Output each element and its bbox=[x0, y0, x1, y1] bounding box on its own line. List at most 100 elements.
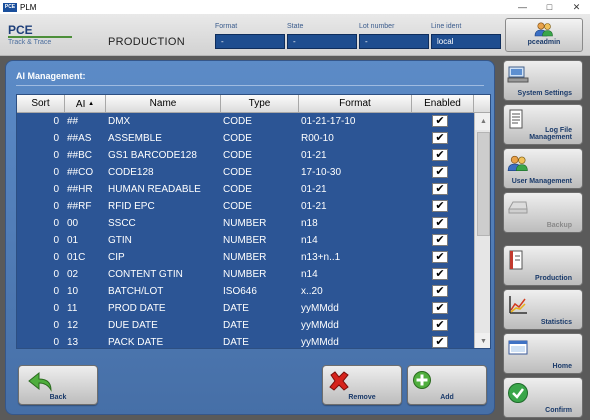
cell-type: CODE bbox=[223, 201, 252, 212]
cell-name: PACK DATE bbox=[108, 337, 164, 348]
cell-ai: ##HR bbox=[67, 184, 93, 195]
cell-ai: ##RF bbox=[67, 201, 92, 212]
add-plus-icon bbox=[413, 371, 431, 389]
check-icon: ✔ bbox=[435, 319, 445, 331]
enabled-checkbox[interactable]: ✔ bbox=[432, 166, 448, 178]
company-logo: PCE bbox=[8, 23, 33, 37]
sidebar-item-log-file-management[interactable]: Log File Management bbox=[503, 104, 583, 145]
cell-sort: 0 bbox=[53, 286, 59, 297]
cell-name: SSCC bbox=[108, 218, 136, 229]
cell-format: n18 bbox=[301, 218, 318, 229]
table-row[interactable]: 0 12 DUE DATE DATE yyMMdd ✔ bbox=[17, 317, 474, 334]
table-row[interactable]: 0 01C CIP NUMBER n13+n..1 ✔ bbox=[17, 249, 474, 266]
scroll-up-icon[interactable]: ▲ bbox=[475, 113, 490, 130]
cell-sort: 0 bbox=[53, 269, 59, 280]
format-label: Format bbox=[215, 23, 238, 30]
table-row[interactable]: 0 13 PACK DATE DATE yyMMdd ✔ bbox=[17, 334, 474, 348]
column-header-ai[interactable]: AI ▲ bbox=[65, 95, 106, 113]
cell-name: DMX bbox=[108, 116, 131, 127]
enabled-checkbox[interactable]: ✔ bbox=[432, 132, 448, 144]
cell-ai: 11 bbox=[67, 303, 78, 314]
sidebar-item-backup[interactable]: Backup bbox=[503, 192, 583, 233]
enabled-checkbox[interactable]: ✔ bbox=[432, 217, 448, 229]
cell-name: PROD DATE bbox=[108, 303, 166, 314]
back-button[interactable]: Back bbox=[18, 365, 98, 405]
enabled-checkbox[interactable]: ✔ bbox=[432, 183, 448, 195]
enabled-checkbox[interactable]: ✔ bbox=[432, 149, 448, 161]
cell-format: x..20 bbox=[301, 286, 323, 297]
remove-button[interactable]: Remove bbox=[322, 365, 402, 405]
table-row[interactable]: 0 ##RF RFID EPC CODE 01-21 ✔ bbox=[17, 198, 474, 215]
cell-type: DATE bbox=[223, 303, 249, 314]
sidebar-item-label: Backup bbox=[546, 222, 572, 229]
sidebar-item-home[interactable]: Home bbox=[503, 333, 583, 374]
column-header-enabled[interactable]: Enabled bbox=[412, 95, 474, 113]
backup-icon bbox=[508, 201, 528, 214]
table-row[interactable]: 0 02 CONTENT GTIN NUMBER n14 ✔ bbox=[17, 266, 474, 283]
cell-sort: 0 bbox=[53, 337, 59, 348]
column-header-type[interactable]: Type bbox=[221, 95, 299, 113]
back-button-label: Back bbox=[49, 394, 67, 401]
user-name: pceadmin bbox=[527, 39, 561, 46]
table-row[interactable]: 0 01 GTIN NUMBER n14 ✔ bbox=[17, 232, 474, 249]
table-row[interactable]: 0 ##AS ASSEMBLE CODE R00-10 ✔ bbox=[17, 130, 474, 147]
check-icon: ✔ bbox=[435, 251, 445, 263]
enabled-checkbox[interactable]: ✔ bbox=[432, 319, 448, 331]
format-value: - bbox=[215, 34, 285, 49]
scroll-down-icon[interactable]: ▼ bbox=[475, 333, 490, 348]
cell-sort: 0 bbox=[53, 201, 59, 212]
scrollbar-thumb[interactable] bbox=[477, 132, 490, 236]
cell-ai: ##BC bbox=[67, 150, 93, 161]
check-icon: ✔ bbox=[435, 115, 445, 127]
enabled-checkbox[interactable]: ✔ bbox=[432, 285, 448, 297]
sidebar-item-statistics[interactable]: Statistics bbox=[503, 289, 583, 330]
maximize-button[interactable]: □ bbox=[536, 0, 563, 14]
cell-sort: 0 bbox=[53, 167, 59, 178]
sidebar-item-confirm[interactable]: Confirm bbox=[503, 377, 583, 418]
cell-format: R00-10 bbox=[301, 133, 334, 144]
enabled-checkbox[interactable]: ✔ bbox=[432, 268, 448, 280]
sort-ascending-icon: ▲ bbox=[88, 101, 95, 107]
user-button[interactable]: pceadmin bbox=[505, 18, 583, 52]
enabled-checkbox[interactable]: ✔ bbox=[432, 115, 448, 127]
column-header-name[interactable]: Name bbox=[106, 95, 221, 113]
vertical-scrollbar[interactable]: ▲ ▼ bbox=[474, 113, 490, 348]
lot-number-label: Lot number bbox=[359, 23, 395, 30]
enabled-checkbox[interactable]: ✔ bbox=[432, 336, 448, 348]
column-header-format[interactable]: Format bbox=[299, 95, 412, 113]
table-row[interactable]: 0 ##CO CODE128 CODE 17-10-30 ✔ bbox=[17, 164, 474, 181]
cell-type: NUMBER bbox=[223, 252, 267, 263]
cell-ai: 13 bbox=[67, 337, 79, 348]
table-row[interactable]: 0 ##HR HUMAN READABLE CODE 01-21 ✔ bbox=[17, 181, 474, 198]
window-titlebar: PCE PLM — □ ✕ bbox=[0, 0, 590, 14]
close-button[interactable]: ✕ bbox=[563, 0, 590, 14]
window-title: PLM bbox=[20, 2, 37, 12]
table-row[interactable]: 0 00 SSCC NUMBER n18 ✔ bbox=[17, 215, 474, 232]
company-tagline: Track & Trace bbox=[8, 39, 52, 46]
minimize-button[interactable]: — bbox=[509, 0, 536, 14]
table-row[interactable]: 0 11 PROD DATE DATE yyMMdd ✔ bbox=[17, 300, 474, 317]
enabled-checkbox[interactable]: ✔ bbox=[432, 200, 448, 212]
enabled-checkbox[interactable]: ✔ bbox=[432, 251, 448, 263]
cell-sort: 0 bbox=[53, 303, 59, 314]
cell-format: 17-10-30 bbox=[301, 167, 342, 178]
table-row[interactable]: 0 ##BC GS1 BARCODE128 CODE 01-21 ✔ bbox=[17, 147, 474, 164]
column-header-spacer bbox=[474, 95, 490, 113]
back-arrow-icon bbox=[28, 371, 52, 392]
cell-type: DATE bbox=[223, 320, 249, 331]
table-row[interactable]: 0 10 BATCH/LOT ISO646 x..20 ✔ bbox=[17, 283, 474, 300]
sidebar-item-production[interactable]: Production bbox=[503, 245, 583, 286]
ai-management-panel: AI Management: Sort AI ▲ Name Type Forma… bbox=[5, 60, 495, 415]
cell-name: CODE128 bbox=[108, 167, 154, 178]
panel-divider bbox=[16, 85, 484, 86]
check-icon: ✔ bbox=[435, 132, 445, 144]
sidebar-item-label: Confirm bbox=[545, 407, 572, 414]
enabled-checkbox[interactable]: ✔ bbox=[432, 302, 448, 314]
enabled-checkbox[interactable]: ✔ bbox=[432, 234, 448, 246]
sidebar-item-user-management[interactable]: User Management bbox=[503, 148, 583, 189]
column-header-sort[interactable]: Sort bbox=[17, 95, 65, 113]
add-button[interactable]: Add bbox=[407, 365, 487, 405]
cell-sort: 0 bbox=[53, 218, 59, 229]
sidebar-item-system-settings[interactable]: System Settings bbox=[503, 60, 583, 101]
table-row[interactable]: 0 ## DMX CODE 01-21-17-10 ✔ bbox=[17, 113, 474, 130]
